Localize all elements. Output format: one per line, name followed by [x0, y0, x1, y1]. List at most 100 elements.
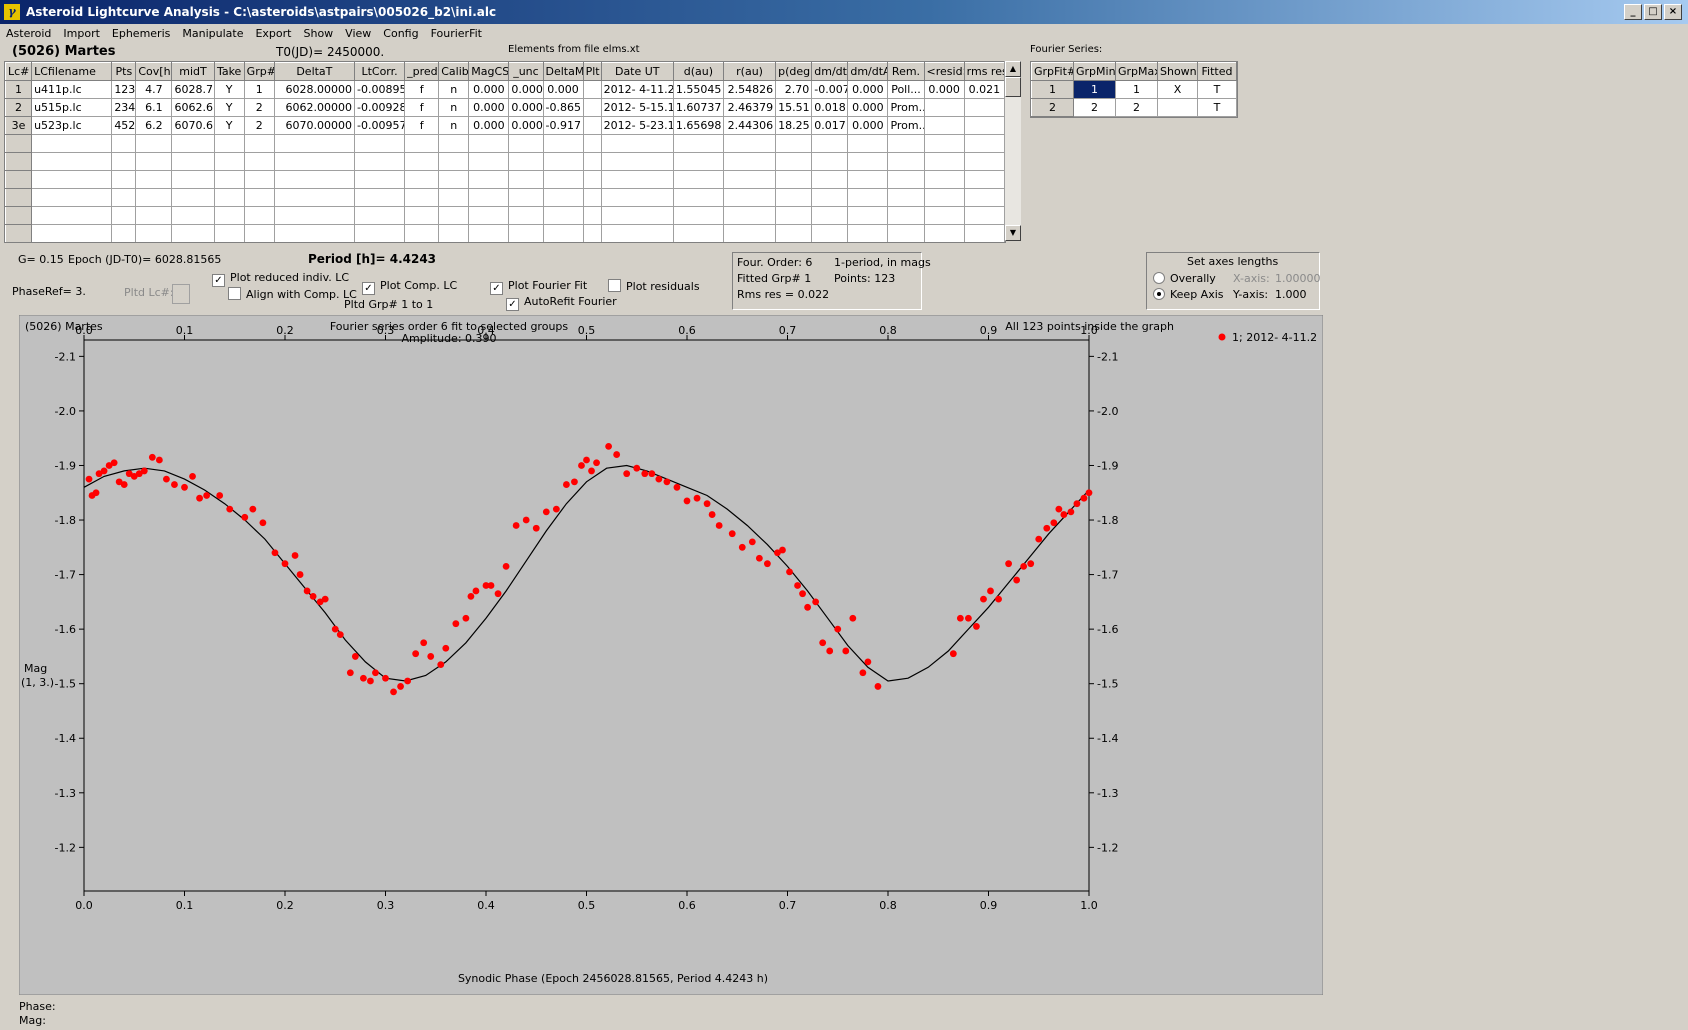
empty-cell[interactable] [404, 134, 440, 153]
header-col-pts[interactable]: Pts [111, 62, 137, 81]
empty-cell[interactable] [542, 134, 584, 153]
empty-cell[interactable] [923, 170, 965, 189]
empty-cell[interactable] [404, 188, 440, 207]
header-col-midt[interactable]: midT [171, 62, 215, 81]
empty-cell[interactable] [542, 170, 584, 189]
empty-cell[interactable] [722, 224, 777, 242]
empty-cell[interactable] [722, 188, 777, 207]
close-button[interactable]: × [1664, 4, 1682, 20]
header-col-deltat[interactable]: DeltaT [273, 62, 355, 81]
cell-col-d-au[interactable]: 1.55045 [672, 80, 725, 99]
table-scrollbar[interactable]: ▲ ▼ [1004, 61, 1021, 241]
empty-cell[interactable] [171, 206, 215, 225]
empty-cell[interactable] [887, 170, 925, 189]
cell-col-lc[interactable]: 2 [5, 98, 33, 117]
empty-cell[interactable] [582, 224, 602, 242]
cell-col-lc[interactable]: 1 [5, 80, 33, 99]
cell-col-plt[interactable] [582, 116, 602, 135]
header-col-calib[interactable]: Calib. [438, 62, 470, 81]
empty-cell[interactable] [171, 170, 215, 189]
empty-cell[interactable] [508, 152, 544, 171]
empty-cell[interactable] [775, 152, 813, 171]
empty-cell[interactable] [5, 224, 33, 242]
fs-cell-grpmin[interactable]: 1 [1073, 80, 1116, 99]
fs-row[interactable]: 222T [1031, 98, 1237, 117]
cell-col-r-au[interactable]: 2.44306 [722, 116, 777, 135]
empty-cell[interactable] [542, 152, 584, 171]
empty-cell[interactable] [672, 224, 725, 242]
cell-col-plt[interactable] [582, 80, 602, 99]
cell-col-pts[interactable]: 123 [111, 80, 137, 99]
menu-manipulate[interactable]: Manipulate [176, 27, 249, 40]
cell-col-p-deg[interactable]: 2.70 [775, 80, 813, 99]
header-col-resid[interactable]: <resid> [923, 62, 965, 81]
empty-cell[interactable] [722, 152, 777, 171]
empty-cell[interactable] [811, 134, 849, 153]
cell-col-r-au[interactable]: 2.54826 [722, 80, 777, 99]
empty-cell[interactable] [404, 206, 440, 225]
keep-axis-radio[interactable]: Keep Axis [1153, 288, 1224, 301]
cell-col-take[interactable]: Y [213, 80, 245, 99]
empty-cell[interactable] [243, 224, 275, 242]
table-row[interactable]: 3e u523p.lc 452 6.2 6070.6 Y 2 6070.00000 -0.009… [5, 116, 1005, 135]
cell-col-lcfilename[interactable]: u515p.lc [31, 98, 113, 117]
empty-cell[interactable] [353, 188, 406, 207]
menu-config[interactable]: Config [377, 27, 424, 40]
empty-cell[interactable] [31, 152, 113, 171]
cell-col-rms-res[interactable] [963, 116, 1005, 135]
empty-cell[interactable] [468, 188, 510, 207]
empty-cell[interactable] [5, 188, 33, 207]
empty-cell[interactable] [135, 134, 173, 153]
header-col-lc[interactable]: Lc# [5, 62, 33, 81]
empty-cell[interactable] [672, 188, 725, 207]
pltd-lc-spinner[interactable] [172, 284, 190, 304]
empty-cell[interactable] [353, 206, 406, 225]
empty-cell[interactable] [273, 206, 355, 225]
cell-col-rem[interactable]: Prom... [887, 116, 925, 135]
empty-cell[interactable] [963, 188, 1005, 207]
empty-cell[interactable] [111, 188, 137, 207]
cell-col-midt[interactable]: 6070.6 [171, 116, 215, 135]
empty-table-row[interactable] [5, 152, 1005, 171]
cell-col-unc[interactable]: 0.000 [508, 80, 544, 99]
header-col-lcfilename[interactable]: LCfilename [31, 62, 113, 81]
empty-cell[interactable] [171, 152, 215, 171]
empty-cell[interactable] [273, 152, 355, 171]
cell-col-midt[interactable]: 6028.7 [171, 80, 215, 99]
fs-header-grpmin[interactable]: GrpMin [1073, 62, 1116, 81]
menu-asteroid[interactable]: Asteroid [0, 27, 57, 40]
empty-cell[interactable] [404, 224, 440, 242]
cell-col-ltcorr[interactable]: -0.00957 [353, 116, 406, 135]
cell-col-resid[interactable]: 0.000 [923, 80, 965, 99]
empty-cell[interactable] [775, 170, 813, 189]
empty-cell[interactable] [404, 170, 440, 189]
fs-cell-fitted[interactable]: T [1197, 98, 1237, 117]
cell-col-date-ut[interactable]: 2012- 5-23.1 [600, 116, 674, 135]
empty-cell[interactable] [508, 224, 544, 242]
empty-cell[interactable] [135, 170, 173, 189]
header-col-rms-res[interactable]: rms res [963, 62, 1005, 81]
empty-cell[interactable] [273, 170, 355, 189]
cell-col-lcfilename[interactable]: u411p.lc [31, 80, 113, 99]
empty-cell[interactable] [963, 170, 1005, 189]
cell-col-pred[interactable]: f [404, 80, 440, 99]
cell-col-deltat[interactable]: 6070.00000 [273, 116, 355, 135]
cell-col-d-au[interactable]: 1.60737 [672, 98, 725, 117]
table-row[interactable]: 2 u515p.lc 234 6.1 6062.6 Y 2 6062.00000 -0.0092… [5, 98, 1005, 117]
empty-cell[interactable] [438, 152, 470, 171]
empty-cell[interactable] [508, 206, 544, 225]
empty-cell[interactable] [135, 224, 173, 242]
fs-header-fitted[interactable]: Fitted [1197, 62, 1237, 81]
empty-cell[interactable] [963, 206, 1005, 225]
empty-cell[interactable] [722, 170, 777, 189]
header-col-r-au[interactable]: r(au) [722, 62, 777, 81]
cell-col-lcfilename[interactable]: u523p.lc [31, 116, 113, 135]
empty-cell[interactable] [811, 188, 849, 207]
empty-cell[interactable] [887, 188, 925, 207]
header-col-p-deg[interactable]: p(deg) [775, 62, 813, 81]
cell-col-cov-h[interactable]: 6.1 [135, 98, 173, 117]
cell-col-grp[interactable]: 1 [243, 80, 275, 99]
empty-cell[interactable] [213, 224, 245, 242]
cell-col-grp[interactable]: 2 [243, 98, 275, 117]
empty-cell[interactable] [923, 152, 965, 171]
